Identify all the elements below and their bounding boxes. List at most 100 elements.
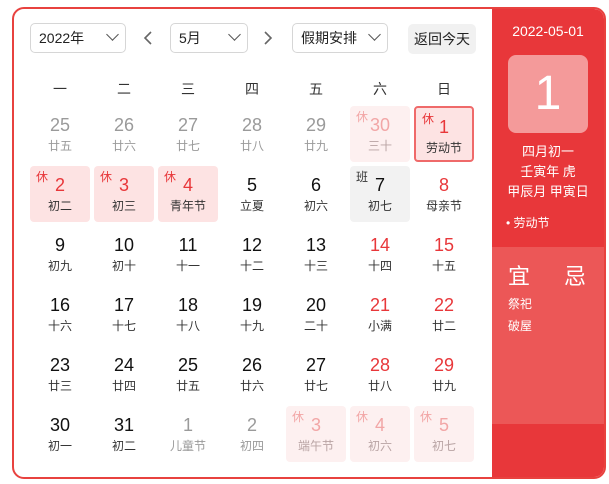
lunar-label: 十七: [111, 319, 136, 333]
day-cell[interactable]: 6 初六: [286, 166, 346, 222]
lunar-label: 初七: [431, 439, 456, 453]
day-cell[interactable]: 14 十四: [350, 226, 410, 282]
day-cell[interactable]: 13 十三: [286, 226, 346, 282]
day-number: 1: [438, 117, 449, 137]
prev-month-button[interactable]: [140, 29, 158, 47]
day-cell[interactable]: 休 2 初二: [30, 166, 90, 222]
day-cell[interactable]: 29 廿九: [286, 106, 346, 162]
day-cell[interactable]: 25 廿五: [158, 346, 218, 402]
chevron-left-icon: [143, 31, 152, 45]
day-cell[interactable]: 15 十五: [414, 226, 474, 282]
lunar-label: 廿七: [175, 139, 200, 153]
lunar-label: 初三: [111, 199, 136, 213]
year-select[interactable]: 2022年: [30, 23, 126, 53]
weekday-label: 五: [309, 81, 323, 97]
day-cell[interactable]: 17 十七: [94, 286, 154, 342]
lunar-label: 小满: [367, 319, 392, 333]
day-number: 11: [178, 235, 198, 255]
day-cell[interactable]: 18 十八: [158, 286, 218, 342]
day-cell[interactable]: 班 7 初七: [350, 166, 410, 222]
day-cell[interactable]: 23 廿三: [30, 346, 90, 402]
day-number: 7: [374, 175, 385, 195]
day-cell[interactable]: 休 3 端午节: [286, 406, 346, 462]
day-cell[interactable]: 16 十六: [30, 286, 90, 342]
weekday-label: 三: [181, 81, 195, 97]
day-cell[interactable]: 9 初九: [30, 226, 90, 282]
day-cell[interactable]: 29 廿九: [414, 346, 474, 402]
next-month-button[interactable]: [258, 29, 276, 47]
day-cell[interactable]: 31 初二: [94, 406, 154, 462]
day-cell[interactable]: 8 母亲节: [414, 166, 474, 222]
day-cell[interactable]: 22 廿二: [414, 286, 474, 342]
lunar-label: 初一: [47, 439, 72, 453]
day-number: 2: [54, 175, 65, 195]
day-number: 16: [49, 295, 71, 315]
day-number: 13: [305, 235, 327, 255]
day-cell[interactable]: 25 廿五: [30, 106, 90, 162]
holiday-select-value: 假期安排: [301, 30, 357, 46]
lunar-label: 廿六: [111, 139, 136, 153]
month-select-value: 5月: [179, 30, 201, 46]
day-number: 10: [113, 235, 135, 255]
day-number: 4: [374, 415, 385, 435]
lunar-label: 初二: [47, 199, 72, 213]
day-cell[interactable]: 30 初一: [30, 406, 90, 462]
weekday-header: 一二三四五六日: [28, 79, 476, 99]
day-cell[interactable]: 休 30 三十: [350, 106, 410, 162]
lunar-label: 廿七: [303, 379, 328, 393]
day-cell[interactable]: 27 廿七: [286, 346, 346, 402]
day-cell[interactable]: 5 立夏: [222, 166, 282, 222]
day-number: 22: [433, 295, 455, 315]
yi-item: 破屋: [508, 319, 533, 333]
day-number: 29: [305, 115, 327, 135]
ji-heading: 忌: [564, 264, 587, 289]
lunar-label: 二十: [303, 319, 328, 333]
day-cell[interactable]: 1 儿童节: [158, 406, 218, 462]
calendar-widget: 2022年 5月 假期安排 返回今天 一二三四五六日 25 廿五 26 廿六 27 廿七 2…: [12, 7, 606, 479]
day-cell[interactable]: 20 二十: [286, 286, 346, 342]
day-cell[interactable]: 27 廿七: [158, 106, 218, 162]
day-cell[interactable]: 2 初四: [222, 406, 282, 462]
day-cell[interactable]: 休 5 初七: [414, 406, 474, 462]
lunar-label: 初六: [303, 199, 328, 213]
day-cell[interactable]: 28 廿八: [350, 346, 410, 402]
lunar-label: 十八: [175, 319, 200, 333]
day-number: 17: [113, 295, 135, 315]
day-cell[interactable]: 12 十二: [222, 226, 282, 282]
day-cell[interactable]: 休 4 初六: [350, 406, 410, 462]
day-cell[interactable]: 21 小满: [350, 286, 410, 342]
day-cell[interactable]: 26 廿六: [222, 346, 282, 402]
day-cell[interactable]: 19 十九: [222, 286, 282, 342]
calendar-toolbar: 2022年 5月 假期安排 返回今天: [14, 23, 492, 55]
lunar-label: 初四: [239, 439, 264, 453]
day-cell[interactable]: 10 初十: [94, 226, 154, 282]
day-number: 18: [177, 295, 199, 315]
back-to-today-button[interactable]: 返回今天: [408, 24, 476, 54]
day-number: 30: [49, 415, 71, 435]
day-cell[interactable]: 24 廿四: [94, 346, 154, 402]
day-cell[interactable]: 休 1 劳动节: [414, 106, 474, 162]
day-number: 6: [310, 175, 321, 195]
holiday-select[interactable]: 假期安排: [292, 23, 388, 53]
day-number: 12: [241, 235, 263, 255]
day-cell[interactable]: 26 廿六: [94, 106, 154, 162]
chevron-down-icon: [368, 28, 381, 41]
day-cell[interactable]: 休 3 初三: [94, 166, 154, 222]
day-number: 21: [369, 295, 391, 315]
day-number: 25: [177, 355, 199, 375]
year-select-value: 2022年: [39, 30, 85, 46]
month-select[interactable]: 5月: [170, 23, 248, 53]
yi-ji-section: 宜 忌 祭祀 破屋: [492, 247, 604, 424]
day-cell[interactable]: 28 廿八: [222, 106, 282, 162]
day-number: 26: [241, 355, 263, 375]
day-number: 2: [246, 415, 257, 435]
day-cell[interactable]: 11 十一: [158, 226, 218, 282]
weekday-label: 日: [437, 81, 451, 97]
day-cell[interactable]: 休 4 青年节: [158, 166, 218, 222]
lunar-label: 廿三: [47, 379, 72, 393]
lunar-label: 立夏: [239, 199, 264, 213]
day-number: 23: [49, 355, 71, 375]
weekday-label: 二: [117, 81, 131, 97]
lunar-label: 廿六: [239, 379, 264, 393]
lunar-label: 十五: [431, 259, 456, 273]
